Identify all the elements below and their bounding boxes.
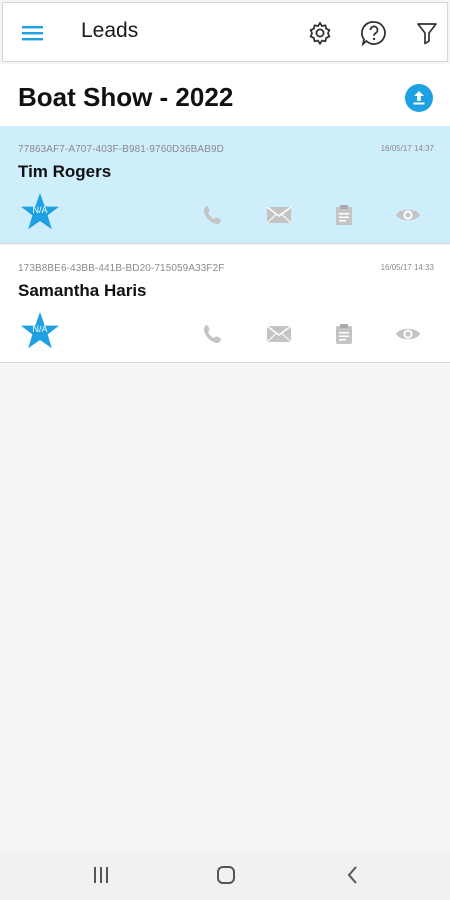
app-screen: Leads Boat Show - 2022 77863AF7-A707-403…	[0, 0, 450, 900]
question-bubble-icon[interactable]	[359, 18, 389, 48]
funnel-icon[interactable]	[412, 18, 442, 48]
notes-icon[interactable]	[334, 204, 354, 226]
eye-icon[interactable]	[395, 204, 421, 226]
email-icon[interactable]	[266, 324, 292, 344]
email-icon[interactable]	[266, 205, 292, 225]
home-icon[interactable]	[214, 864, 238, 886]
back-icon[interactable]	[341, 864, 365, 886]
event-title: Boat Show - 2022	[18, 82, 234, 112]
lead-name: Samantha Haris	[18, 281, 147, 300]
rating-star-icon[interactable]: N/A	[20, 192, 60, 232]
rating-label: N/A	[32, 205, 48, 215]
event-header: Boat Show - 2022	[0, 64, 450, 126]
lead-id: 173B8BE6-43BB-441B-BD20-715059A33F2F	[18, 263, 225, 274]
notes-icon[interactable]	[334, 323, 354, 345]
rating-label: N/A	[32, 324, 48, 334]
gear-icon[interactable]	[305, 18, 335, 48]
phone-icon[interactable]	[202, 204, 224, 226]
lead-row[interactable]: 77863AF7-A707-403F-B981-9760D36BAB9D 16/…	[0, 126, 450, 244]
eye-icon[interactable]	[395, 323, 421, 345]
system-navigation-bar	[0, 850, 450, 900]
phone-icon[interactable]	[202, 323, 224, 345]
rating-star-icon[interactable]: N/A	[20, 311, 60, 351]
hamburger-menu-icon[interactable]	[19, 21, 49, 47]
lead-timestamp: 16/05/17 14:37	[380, 144, 434, 153]
lead-id: 77863AF7-A707-403F-B981-9760D36BAB9D	[18, 144, 224, 155]
recents-icon[interactable]	[89, 864, 113, 886]
lead-row[interactable]: 173B8BE6-43BB-441B-BD20-715059A33F2F 16/…	[0, 245, 450, 363]
app-title: Leads	[81, 19, 139, 42]
top-app-bar: Leads	[2, 2, 448, 62]
upload-icon[interactable]	[405, 84, 433, 112]
lead-timestamp: 16/05/17 14:33	[380, 263, 434, 272]
lead-name: Tim Rogers	[18, 162, 112, 181]
